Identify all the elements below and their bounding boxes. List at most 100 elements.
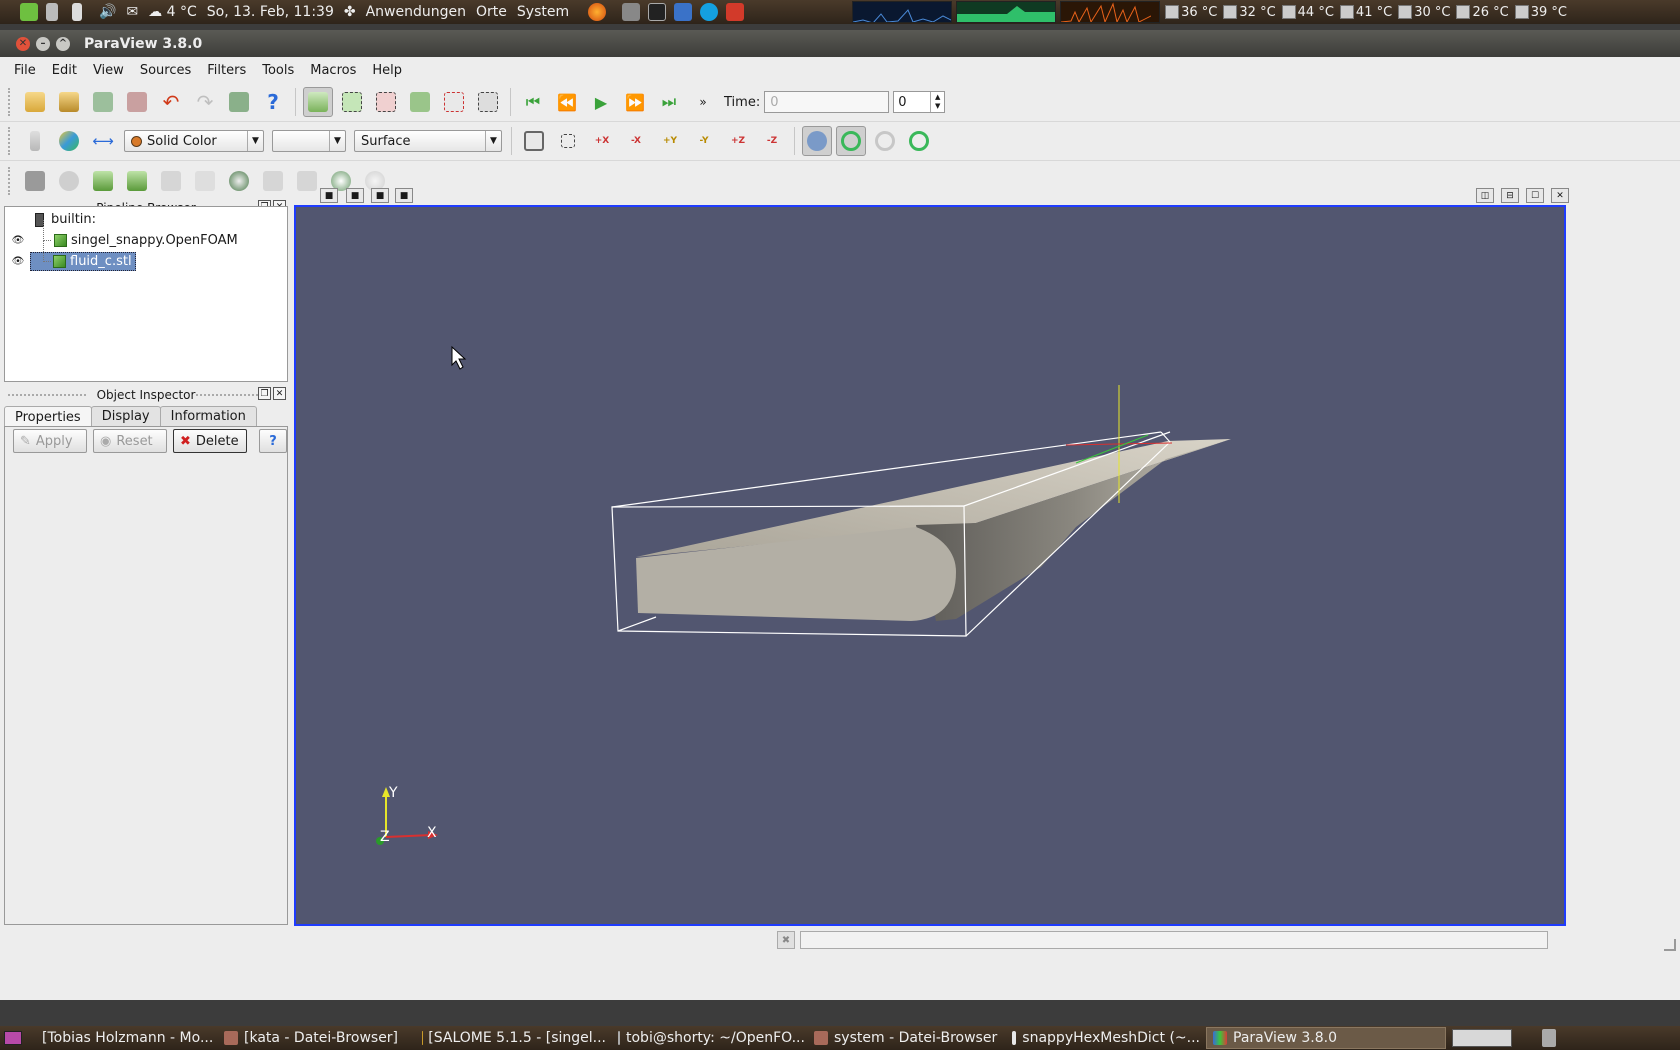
volume-icon[interactable]: 🔊 [94, 0, 121, 24]
usb-icon[interactable] [72, 3, 82, 21]
menu-edit[interactable]: Edit [44, 63, 85, 78]
temp-sensor-4[interactable]: 41 °C [1337, 5, 1395, 20]
tab-properties[interactable]: Properties [4, 406, 92, 427]
cpu-graph[interactable] [852, 1, 953, 23]
slice-filter-button[interactable] [122, 166, 152, 196]
network-graph[interactable] [1060, 1, 1161, 23]
memory-graph[interactable] [956, 1, 1057, 23]
temp-sensor-1[interactable]: 36 °C [1162, 5, 1220, 20]
render-canvas[interactable]: Y X Z [296, 207, 1564, 924]
menu-filters[interactable]: Filters [199, 63, 254, 78]
previous-frame-button[interactable]: ⏪ [552, 87, 582, 117]
abort-button[interactable]: ✖ [777, 931, 795, 949]
tree-item-stl[interactable]: 👁 fluid_c.stl [5, 241, 287, 272]
extract-subset-filter-button[interactable] [190, 166, 220, 196]
menu-help[interactable]: Help [364, 63, 410, 78]
maximize-view-button[interactable]: ☐ [1526, 188, 1544, 203]
calculator-filter-button[interactable] [20, 166, 50, 196]
view-minus-z-button[interactable]: -Z [757, 126, 787, 156]
show-center-axes-button[interactable] [802, 126, 832, 156]
clock[interactable]: So, 13. Feb, 11:39 [202, 0, 339, 24]
menu-sources[interactable]: Sources [132, 63, 199, 78]
split-horizontal-button[interactable]: ◫ [1476, 188, 1494, 203]
help-button[interactable]: ? [258, 87, 288, 117]
task-salome[interactable]: [SALOME 5.1.5 - [singel... [416, 1027, 612, 1049]
view-minus-y-button[interactable]: -Y [689, 126, 719, 156]
float-dock-button[interactable]: ❐ [258, 387, 271, 400]
toolbar-handle[interactable] [8, 127, 12, 155]
apply-button[interactable]: ✎ Apply [13, 429, 87, 453]
time-index-spinbox[interactable]: 0 ▲ ▼ [893, 91, 946, 113]
task-terminal[interactable]: tobi@shorty: ~/OpenFO... [612, 1027, 808, 1049]
toggle-color-legend-button[interactable] [20, 126, 50, 156]
connect-button[interactable] [88, 87, 118, 117]
eye-icon[interactable]: 👁 [11, 235, 25, 246]
menu-macros[interactable]: Macros [302, 63, 364, 78]
render-view[interactable]: Y X Z [294, 205, 1566, 926]
skype-icon[interactable] [700, 3, 719, 21]
toolbar-handle[interactable] [8, 166, 12, 195]
color-by-dropdown[interactable]: Solid Color ▼ [124, 130, 264, 152]
first-frame-button[interactable]: ⏮ [518, 87, 548, 117]
temp-sensor-3[interactable]: 44 °C [1279, 5, 1337, 20]
next-frame-button[interactable]: ⏩ [620, 87, 650, 117]
task-file-browser-system[interactable]: system - Datei-Browser [808, 1027, 1006, 1049]
shutdown-icon[interactable] [726, 3, 745, 21]
reset-session-button[interactable] [224, 87, 254, 117]
zoom-to-box-button[interactable] [553, 126, 583, 156]
component-dropdown[interactable]: ▼ [272, 130, 346, 152]
contour-filter-button[interactable] [54, 166, 84, 196]
mail-icon[interactable]: ✉ [121, 0, 143, 24]
view-plus-y-button[interactable]: +Y [655, 126, 685, 156]
close-view-button[interactable]: ✕ [1551, 188, 1569, 203]
menu-tools[interactable]: Tools [254, 63, 302, 78]
view-camera-undo-icon[interactable]: ■ [346, 188, 364, 203]
gnome-foot-icon[interactable]: ✤ [339, 0, 361, 24]
eye-icon[interactable]: 👁 [11, 256, 25, 267]
show-desktop-icon[interactable] [4, 1031, 22, 1045]
undo-button[interactable]: ↶ [156, 87, 186, 117]
view-plus-x-button[interactable]: +X [587, 126, 617, 156]
split-vertical-button[interactable]: ⊟ [1501, 188, 1519, 203]
tab-display[interactable]: Display [90, 406, 161, 426]
weather-applet[interactable]: ☁ 4 °C [143, 0, 202, 24]
select-points-on-button[interactable] [371, 87, 401, 117]
task-thunderbird[interactable]: [Tobias Holzmann - Mo... [30, 1027, 218, 1049]
menu-view[interactable]: View [85, 63, 132, 78]
toolbar-overflow-button[interactable]: » [688, 87, 718, 117]
reset-center-button[interactable] [836, 126, 866, 156]
workspace-switcher[interactable] [1452, 1029, 1512, 1047]
spin-arrows[interactable]: ▲ ▼ [930, 92, 944, 112]
update-notifier-icon[interactable] [20, 3, 38, 21]
select-block-button[interactable] [473, 87, 503, 117]
open-file-button[interactable] [20, 87, 50, 117]
resize-grip-icon[interactable] [1664, 939, 1676, 951]
menu-places[interactable]: Orte [471, 0, 512, 24]
close-window-button[interactable]: ✕ [16, 36, 30, 51]
view-options-icon[interactable]: ■ [395, 188, 413, 203]
rotation-center-pick-button[interactable] [904, 126, 934, 156]
last-frame-button[interactable]: ⏭ [654, 87, 684, 117]
reset-camera-button[interactable] [519, 126, 549, 156]
reset-button[interactable]: ◉ Reset [93, 429, 167, 453]
trash-icon[interactable] [1542, 1029, 1556, 1047]
select-cells-on-button[interactable] [337, 87, 367, 117]
task-file-browser-kata[interactable]: [kata - Datei-Browser] [218, 1027, 416, 1049]
menu-file[interactable]: File [6, 63, 44, 78]
delete-button[interactable]: ✖ Delete [173, 429, 247, 453]
task-paraview[interactable]: ParaView 3.8.0 [1206, 1027, 1446, 1049]
view-lookmark-icon[interactable]: ■ [371, 188, 389, 203]
select-points-through-button[interactable] [439, 87, 469, 117]
time-value-field[interactable]: 0 [764, 91, 890, 113]
weather-cloud-launcher-icon[interactable] [674, 3, 693, 21]
tab-information[interactable]: Information [159, 406, 257, 426]
select-cells-through-button[interactable] [405, 87, 435, 117]
network-icon[interactable] [46, 3, 58, 21]
clip-filter-button[interactable] [88, 166, 118, 196]
disconnect-button[interactable] [122, 87, 152, 117]
toolbar-handle[interactable] [8, 88, 12, 116]
view-capture-icon[interactable]: ■ [320, 188, 338, 203]
temp-sensor-5[interactable]: 30 °C [1395, 5, 1453, 20]
speaker-device-icon[interactable] [622, 3, 641, 21]
glyph-filter-button[interactable] [224, 166, 254, 196]
